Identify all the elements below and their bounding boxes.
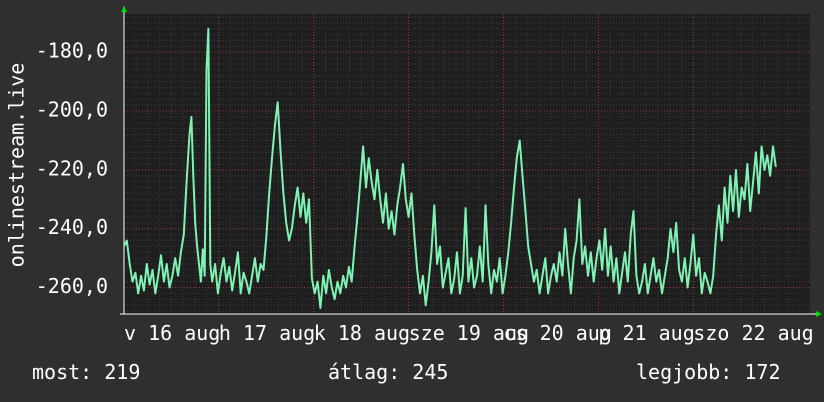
best-value: legjobb: 172	[636, 360, 781, 384]
stats-footer: most: 219 átlag: 245 legjobb: 172	[0, 360, 824, 390]
y-tick-label: -260,0	[36, 274, 108, 298]
x-axis-arrow-icon	[816, 311, 822, 317]
y-tick-label: -240,0	[36, 215, 108, 239]
x-tick-labels: v 16 augh 17 augk 18 augsze 19 augcs 20 …	[124, 321, 814, 345]
x-tick-label: szo 22 aug	[693, 321, 813, 345]
y-axis-label: onlinestream.live	[5, 63, 29, 268]
chart-panel: onlinestream.live -180,0 -200,0 -220,0 -240…	[0, 0, 824, 402]
y-tick-label: -200,0	[36, 98, 108, 122]
x-tick-label: v 16 aug	[124, 321, 220, 345]
y-tick-label: -180,0	[36, 39, 108, 63]
average-value: átlag: 245	[328, 360, 449, 384]
y-tick-labels: -180,0 -200,0 -220,0 -240,0 -260,0	[36, 39, 108, 298]
x-tick-label: cs 20 aug	[504, 321, 612, 345]
y-tick-label: -220,0	[36, 156, 108, 180]
x-tick-label: h 17 aug	[219, 321, 315, 345]
x-tick-label: k 18 aug	[314, 321, 410, 345]
current-value: most: 219	[32, 360, 141, 384]
line-chart: onlinestream.live -180,0 -200,0 -220,0 -240…	[5, 6, 822, 345]
x-tick-label: p 21 aug	[598, 321, 694, 345]
y-axis-arrow-icon	[121, 6, 127, 12]
